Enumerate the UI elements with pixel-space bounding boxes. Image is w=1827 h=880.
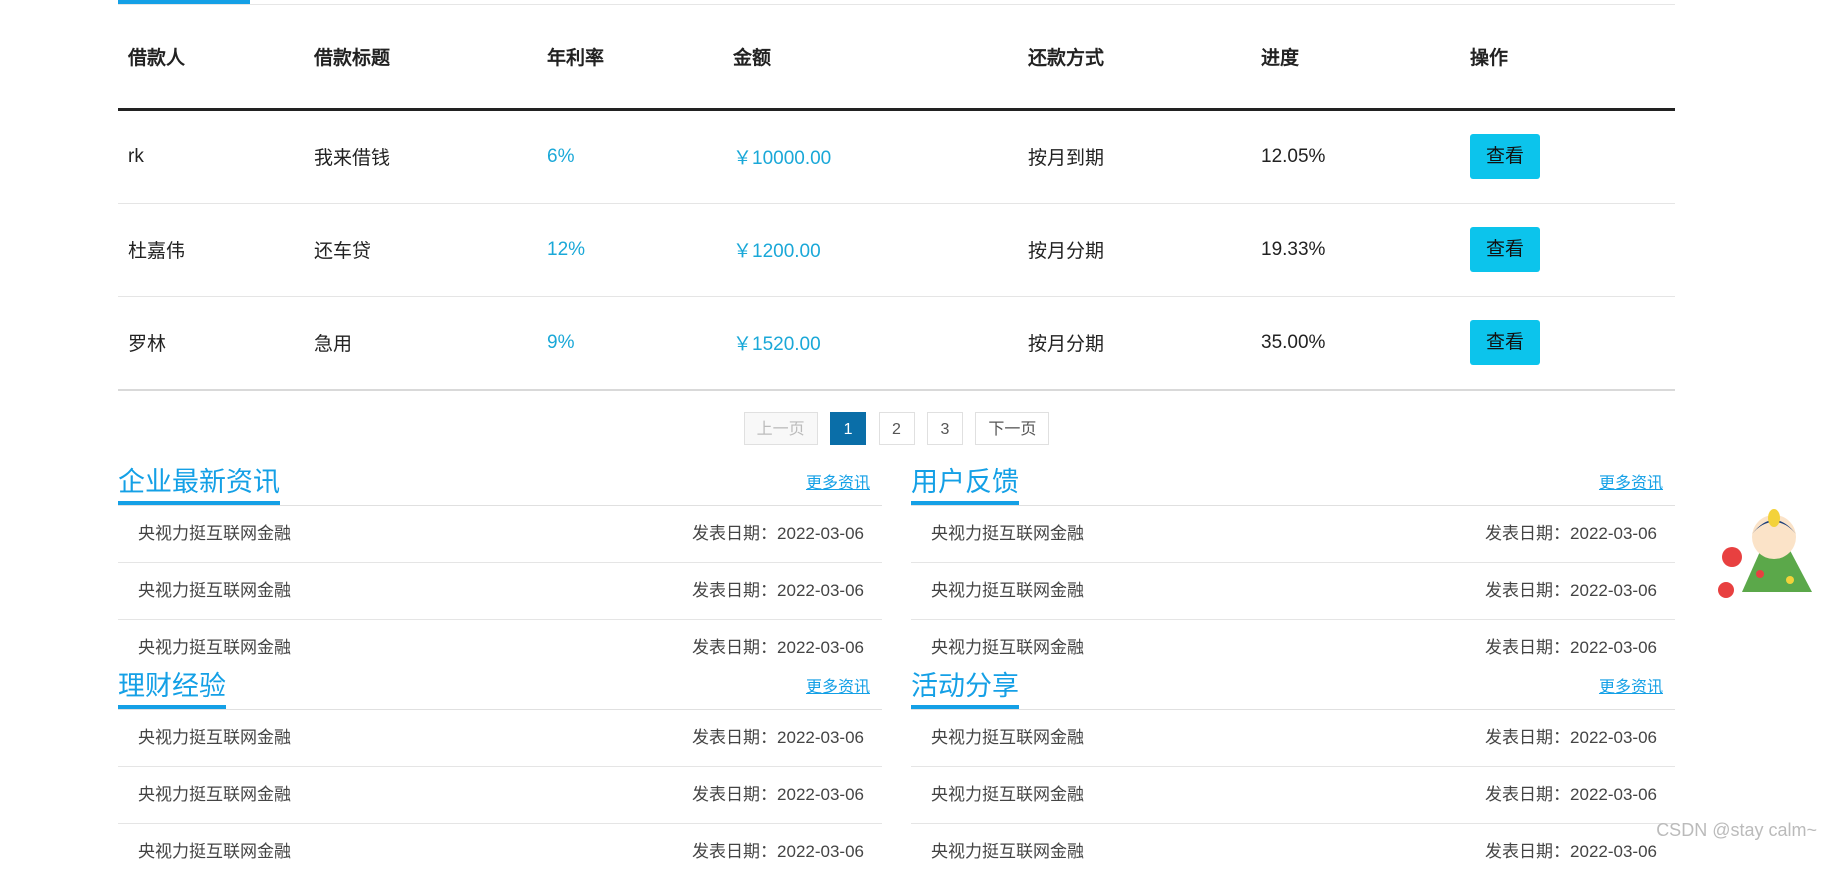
cell-title: 急用 <box>304 296 537 391</box>
cell-title: 还车贷 <box>304 203 537 297</box>
star-topper-icon <box>1768 509 1780 527</box>
news-date: 发表日期：2022-03-06 <box>1485 785 1657 804</box>
list-item[interactable]: 央视力挺互联网金融 发表日期：2022-03-06 <box>911 710 1675 767</box>
panel-user-feedback: 用户反馈 更多资讯 央视力挺互联网金融 发表日期：2022-03-06 央视力挺互… <box>911 461 1675 676</box>
panel-header: 理财经验 更多资讯 <box>118 665 882 710</box>
panel-activity-share: 活动分享 更多资讯 央视力挺互联网金融 发表日期：2022-03-06 央视力挺互… <box>911 665 1675 880</box>
red-heart-badge-icon <box>1718 582 1734 598</box>
news-title: 央视力挺互联网金融 <box>931 581 1084 600</box>
active-tab-indicator <box>118 0 250 4</box>
watermark: CSDN @stay calm~ <box>1656 820 1817 840</box>
news-title: 央视力挺互联网金融 <box>138 581 291 600</box>
table-header-row: 借款人 借款标题 年利率 金额 还款方式 进度 操作 <box>118 5 1675 111</box>
more-news-link[interactable]: 更多资讯 <box>806 469 870 493</box>
cell-method: 按月到期 <box>1018 109 1251 204</box>
table-row: rk 我来借钱 6% ￥10000.00 按月到期 12.05% 查看 <box>118 109 1675 204</box>
cell-amount: ￥10000.00 <box>723 109 1018 204</box>
page-button-1[interactable]: 1 <box>830 412 867 445</box>
more-news-link[interactable]: 更多资讯 <box>806 673 870 697</box>
cell-borrower: 罗林 <box>118 296 304 391</box>
header-title: 借款标题 <box>304 5 537 111</box>
cell-method: 按月分期 <box>1018 203 1251 297</box>
mascot-widget[interactable] <box>1712 492 1827 602</box>
prev-page-button[interactable]: 上一页 <box>743 412 818 445</box>
table-row: 杜嘉伟 还车贷 12% ￥1200.00 按月分期 19.33% 查看 <box>118 203 1675 297</box>
panel-title: 活动分享 <box>911 669 1019 709</box>
news-date: 发表日期：2022-03-06 <box>692 785 864 804</box>
cell-progress: 12.05% <box>1251 109 1460 204</box>
news-date: 发表日期：2022-03-06 <box>692 581 864 600</box>
header-rate: 年利率 <box>537 5 723 111</box>
cell-rate: 6% <box>537 109 723 204</box>
list-item[interactable]: 央视力挺互联网金融 发表日期：2022-03-06 <box>911 506 1675 563</box>
next-page-button[interactable]: 下一页 <box>975 412 1050 445</box>
panel-header: 用户反馈 更多资讯 <box>911 461 1675 506</box>
list-item[interactable]: 央视力挺互联网金融 发表日期：2022-03-06 <box>911 824 1675 880</box>
header-action: 操作 <box>1460 5 1675 111</box>
cell-borrower: rk <box>118 109 304 204</box>
cell-action: 查看 <box>1460 109 1675 204</box>
cell-progress: 35.00% <box>1251 296 1460 391</box>
panel-header: 活动分享 更多资讯 <box>911 665 1675 710</box>
news-title: 央视力挺互联网金融 <box>931 842 1084 861</box>
cell-progress: 19.33% <box>1251 203 1460 297</box>
header-progress: 进度 <box>1251 5 1460 111</box>
panel-company-news: 企业最新资讯 更多资讯 央视力挺互联网金融 发表日期：2022-03-06 央视力… <box>118 461 882 676</box>
news-date: 发表日期：2022-03-06 <box>1485 842 1657 861</box>
more-news-link[interactable]: 更多资讯 <box>1599 469 1663 493</box>
news-date: 发表日期：2022-03-06 <box>1485 581 1657 600</box>
panel-finance-experience: 理财经验 更多资讯 央视力挺互联网金融 发表日期：2022-03-06 央视力挺互… <box>118 665 882 880</box>
list-item[interactable]: 央视力挺互联网金融 发表日期：2022-03-06 <box>911 767 1675 824</box>
cell-action: 查看 <box>1460 296 1675 391</box>
news-title: 央视力挺互联网金融 <box>931 785 1084 804</box>
ornament-icon <box>1756 570 1764 578</box>
news-title: 央视力挺互联网金融 <box>138 728 291 747</box>
table-row: 罗林 急用 9% ￥1520.00 按月分期 35.00% 查看 <box>118 296 1675 391</box>
news-title: 央视力挺互联网金融 <box>138 524 291 543</box>
page-button-2[interactable]: 2 <box>878 412 915 445</box>
cell-amount: ￥1520.00 <box>723 296 1018 391</box>
loan-table: 借款人 借款标题 年利率 金额 还款方式 进度 操作 rk 我来借钱 6% ￥1… <box>118 5 1675 391</box>
red-c-badge-icon <box>1722 547 1742 567</box>
cell-method: 按月分期 <box>1018 296 1251 391</box>
news-date: 发表日期：2022-03-06 <box>1485 524 1657 543</box>
view-button[interactable]: 查看 <box>1470 227 1540 272</box>
news-title: 央视力挺互联网金融 <box>931 524 1084 543</box>
header-method: 还款方式 <box>1018 5 1251 111</box>
cell-title: 我来借钱 <box>304 109 537 204</box>
panel-title: 企业最新资讯 <box>118 465 280 505</box>
news-date: 发表日期：2022-03-06 <box>692 842 864 861</box>
cell-rate: 12% <box>537 203 723 297</box>
news-date: 发表日期：2022-03-06 <box>692 728 864 747</box>
cell-borrower: 杜嘉伟 <box>118 203 304 297</box>
ornament-icon <box>1786 576 1794 584</box>
news-title: 央视力挺互联网金融 <box>138 785 291 804</box>
header-borrower: 借款人 <box>118 5 304 111</box>
header-amount: 金额 <box>723 5 1018 111</box>
list-item[interactable]: 央视力挺互联网金融 发表日期：2022-03-06 <box>118 710 882 767</box>
pagination: 上一页 1 2 3 下一页 <box>118 412 1675 445</box>
news-date: 发表日期：2022-03-06 <box>1485 728 1657 747</box>
panel-title: 理财经验 <box>118 669 226 709</box>
panel-title: 用户反馈 <box>911 465 1019 505</box>
panel-header: 企业最新资讯 更多资讯 <box>118 461 882 506</box>
view-button[interactable]: 查看 <box>1470 134 1540 179</box>
cell-action: 查看 <box>1460 203 1675 297</box>
list-item[interactable]: 央视力挺互联网金融 发表日期：2022-03-06 <box>118 563 882 620</box>
view-button[interactable]: 查看 <box>1470 320 1540 365</box>
list-item[interactable]: 央视力挺互联网金融 发表日期：2022-03-06 <box>118 506 882 563</box>
more-news-link[interactable]: 更多资讯 <box>1599 673 1663 697</box>
news-title: 央视力挺互联网金融 <box>138 842 291 861</box>
news-date: 发表日期：2022-03-06 <box>692 524 864 543</box>
list-item[interactable]: 央视力挺互联网金融 发表日期：2022-03-06 <box>118 824 882 880</box>
cell-rate: 9% <box>537 296 723 391</box>
news-title: 央视力挺互联网金融 <box>931 728 1084 747</box>
list-item[interactable]: 央视力挺互联网金融 发表日期：2022-03-06 <box>118 767 882 824</box>
page-button-3[interactable]: 3 <box>926 412 963 445</box>
list-item[interactable]: 央视力挺互联网金融 发表日期：2022-03-06 <box>911 563 1675 620</box>
cell-amount: ￥1200.00 <box>723 203 1018 297</box>
